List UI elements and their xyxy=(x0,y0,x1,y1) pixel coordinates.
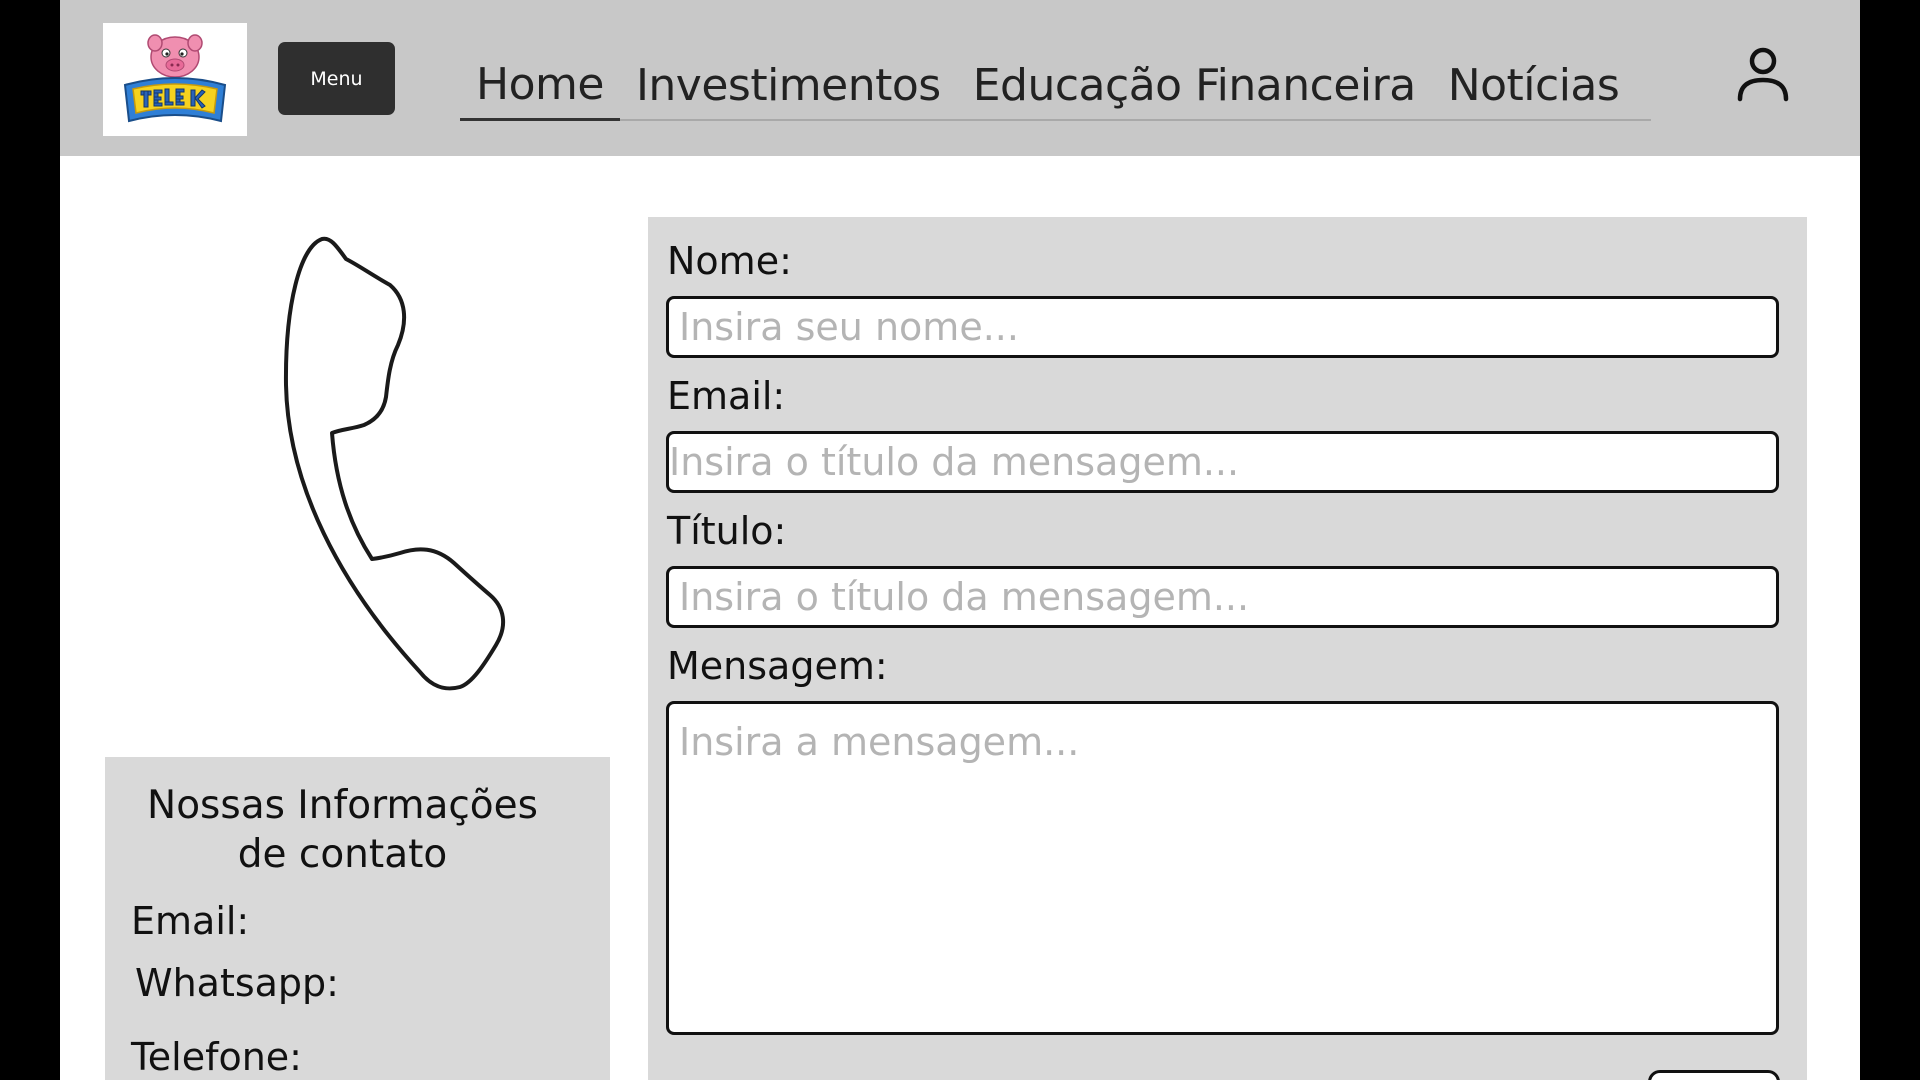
piggy-logo-icon xyxy=(123,34,227,123)
contact-form: Nome: Email: Título: Mensagem: xyxy=(648,217,1807,1080)
user-profile-icon xyxy=(1737,47,1789,102)
user-icon[interactable] xyxy=(1733,44,1793,104)
nav-home[interactable]: Home xyxy=(460,59,620,121)
menu-button[interactable]: Menu xyxy=(278,42,395,115)
contact-telefone-label: Telefone: xyxy=(131,1035,302,1079)
title-input[interactable] xyxy=(666,566,1779,628)
message-label: Mensagem: xyxy=(667,644,888,688)
name-label: Nome: xyxy=(667,239,792,283)
phone-handset-icon xyxy=(283,236,506,691)
contact-info-panel: Nossas Informações de contato Email: Wha… xyxy=(105,757,610,1080)
main-nav: Home Investimentos Educação Financeira N… xyxy=(460,55,1652,121)
top-header: Menu Home Investimentos Educação Finance… xyxy=(60,0,1860,156)
message-textarea[interactable] xyxy=(666,701,1779,1035)
phone-illustration xyxy=(240,225,580,705)
nav-educacao-financeira[interactable]: Educação Financeira xyxy=(957,60,1432,119)
contact-whatsapp-label: Whatsapp: xyxy=(135,961,339,1005)
contact-email-label: Email: xyxy=(131,899,250,943)
email-label: Email: xyxy=(667,374,786,418)
contact-info-title: Nossas Informações de contato xyxy=(105,781,580,879)
nav-noticias[interactable]: Notícias xyxy=(1432,60,1636,119)
name-input[interactable] xyxy=(666,296,1779,358)
email-input[interactable] xyxy=(666,431,1779,493)
page: Menu Home Investimentos Educação Finance… xyxy=(60,0,1860,1080)
logo[interactable] xyxy=(103,23,247,136)
contact-title-line2: de contato xyxy=(237,832,448,877)
contact-title-line1: Nossas Informações xyxy=(147,783,538,828)
send-button[interactable] xyxy=(1648,1070,1780,1080)
nav-investimentos[interactable]: Investimentos xyxy=(620,60,957,119)
title-label: Título: xyxy=(667,509,787,553)
